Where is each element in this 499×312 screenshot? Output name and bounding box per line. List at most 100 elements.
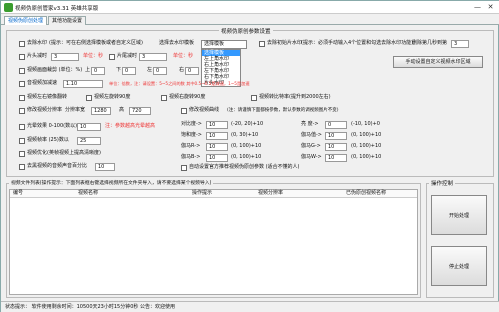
app-logo-icon	[4, 3, 13, 12]
gamma-w-input[interactable]: 10	[325, 154, 347, 162]
optimize-label: 视频优化(英帧视频上提高清晰度)	[27, 150, 101, 156]
delete-seconds-label: 删除第几秒到第	[412, 40, 448, 46]
fps-checkbox[interactable]	[19, 138, 25, 144]
glow-label: 光晕效果 0-100(数以)	[27, 123, 78, 129]
filelist-title: 视频文件列表(操作提示：下面列表框右键选择视频所在文件夹导入，请不要选择某个视频…	[9, 179, 214, 186]
speed-checkbox[interactable]	[19, 81, 25, 87]
minimize-button[interactable]: —	[473, 3, 482, 12]
title-bar: 视频伪原创管家v3.31 英雄共享版 — ✕	[1, 1, 499, 14]
gamma-w-label: 伽马W->	[301, 154, 322, 160]
gamma-b-input[interactable]: 10	[206, 154, 228, 162]
brightness-range: (-10, 10)+0	[351, 121, 380, 127]
res-height-input[interactable]: 720	[129, 107, 151, 115]
gamma-r-input[interactable]: 10	[206, 143, 228, 151]
res-width-input[interactable]: 1280	[91, 107, 111, 115]
gamma-b-range: (0, 100)+10	[231, 154, 262, 160]
mirror-label: 视频左右镜像翻转	[27, 94, 68, 100]
brightness-input[interactable]: 0	[325, 121, 347, 129]
bitrate-label: 视频转比特率(提升到2000左右)	[259, 94, 331, 100]
speed-hint: 单位：倍数，注：请设置：5~5之间的数 其中0.5~0.5是减速，1~5是加速	[109, 81, 250, 86]
outro-unit: 单位：秒	[173, 53, 194, 59]
rotate-left-label: 视频左旋转90度	[94, 94, 131, 100]
tab-video-process[interactable]: 视频伪原创处理	[4, 16, 48, 25]
gamma-range: (0, 100)+10	[351, 132, 382, 138]
manual-watermark-checkbox[interactable]	[259, 41, 265, 47]
template-label: 选择去水印模板	[159, 40, 195, 46]
rotate-left-checkbox[interactable]	[86, 95, 92, 101]
delete-seconds-input[interactable]: 3	[451, 40, 469, 48]
frame-top-label: 上	[85, 67, 91, 73]
column-header-resolution[interactable]: 视频分辨率	[258, 190, 283, 197]
gamma-input[interactable]: 10	[325, 132, 347, 140]
frame-left-input[interactable]: 0	[153, 67, 167, 75]
outro-checkbox[interactable]	[109, 54, 115, 60]
auto-params-label: 自动设置官方推荐视频伪原创参数 (适合不懂的人)	[189, 164, 300, 170]
window-title: 视频伪原创管家v3.31 英雄共享版	[15, 6, 99, 12]
column-header-id[interactable]: 编号	[13, 190, 23, 197]
frame-bottom-label: 下	[116, 67, 122, 73]
start-button[interactable]: 开始处理	[431, 195, 487, 235]
params-group-title: 视频伪原创参数设置	[219, 27, 273, 35]
fps-input[interactable]: 25	[77, 137, 101, 145]
file-list-table[interactable]: 编号 视频名称 操作提示 视频分辨率 已伪原创视频名称	[9, 189, 418, 295]
intro-input[interactable]: 3	[51, 53, 79, 61]
status-bar: 状态提示： 软件使用剩余时间：10500天23小时15分钟0秒 公告：欢迎使用	[1, 301, 499, 312]
contrast-label: 对比度->	[181, 121, 202, 127]
rotate-right-checkbox[interactable]	[161, 95, 167, 101]
curve-checkbox[interactable]	[181, 108, 187, 114]
manual-watermark-label: 去除初始片水印	[267, 40, 303, 46]
tab-bar: 视频伪原创处理 其他功能设置	[1, 14, 499, 25]
frame-left-label: 左	[147, 67, 153, 73]
column-header-hint[interactable]: 操作提示	[192, 190, 212, 197]
remove-watermark-checkbox[interactable]	[19, 41, 25, 47]
gamma-label: 伽马值->	[301, 132, 322, 138]
mirror-checkbox[interactable]	[19, 95, 25, 101]
glow-hint: 注：参数越高光晕越高	[105, 123, 156, 129]
res-height-label: 高	[119, 107, 125, 113]
noise-label: 去黑视频的音频声音百分比	[27, 163, 88, 169]
template-select[interactable]: 选择模板	[201, 40, 247, 49]
glow-input[interactable]: 10	[77, 123, 101, 131]
contrast-input[interactable]: 10	[206, 121, 228, 129]
intro-checkbox[interactable]	[19, 54, 25, 60]
curve-label: 修改视频曲线	[189, 107, 220, 113]
frame-top-input[interactable]: 0	[91, 67, 105, 75]
remove-watermark-label: 去除水印	[27, 40, 48, 46]
column-header-output[interactable]: 已伪原创视频名称	[346, 190, 386, 197]
column-header-name[interactable]: 视频名称	[78, 190, 98, 197]
app-window: 视频伪原创管家v3.31 英雄共享版 — ✕ 视频伪原创处理 其他功能设置 视频…	[0, 0, 499, 312]
fps-label: 视频帧率 (25)数以	[27, 137, 69, 143]
bitrate-checkbox[interactable]	[251, 95, 257, 101]
speed-input[interactable]: 1.10	[63, 80, 103, 88]
contrast-range: (-20, 20)+10	[231, 121, 264, 127]
outro-input[interactable]: 3	[139, 53, 167, 61]
file-list-header: 编号 视频名称 操作提示 视频分辨率 已伪原创视频名称	[10, 190, 417, 198]
optimize-checkbox[interactable]	[19, 151, 25, 157]
saturation-input[interactable]: 10	[206, 132, 228, 140]
auto-params-checkbox[interactable]	[181, 165, 187, 171]
noise-checkbox[interactable]	[19, 164, 25, 170]
control-title: 操作控制	[429, 179, 456, 187]
stop-button[interactable]: 停止处理	[431, 246, 487, 286]
template-select-value: 选择模板	[204, 41, 225, 47]
frame-right-input[interactable]: 0	[185, 67, 199, 75]
noise-input[interactable]: 10	[95, 163, 115, 171]
tab-other-settings[interactable]: 其他功能设置	[48, 16, 87, 25]
close-button[interactable]: ✕	[486, 3, 495, 12]
intro-label: 片头减时	[27, 53, 48, 59]
saturation-label: 饱和度->	[181, 132, 202, 138]
saturation-range: (0, 30)+10	[231, 132, 259, 138]
resolution-checkbox[interactable]	[19, 108, 25, 114]
res-width-label: 分辨率宽	[65, 107, 86, 113]
frame-crop-checkbox[interactable]	[19, 68, 25, 74]
curve-hint: (注：请谨慎下面都按参数，默认参数的调视频图片不变)	[227, 108, 339, 113]
glow-checkbox[interactable]	[19, 124, 25, 130]
manual-region-button[interactable]: 手动设置自定义视频水印区域	[393, 56, 483, 68]
intro-unit: 单位：秒	[83, 53, 104, 59]
frame-bottom-input[interactable]: 0	[122, 67, 136, 75]
gamma-w-range: (0, 100)+10	[351, 154, 382, 160]
gamma-g-input[interactable]: 10	[325, 143, 347, 151]
gamma-g-range: (0, 100)+10	[351, 143, 382, 149]
outro-label: 片尾减时	[117, 53, 138, 59]
gamma-r-range: (0, 100)+10	[231, 143, 262, 149]
